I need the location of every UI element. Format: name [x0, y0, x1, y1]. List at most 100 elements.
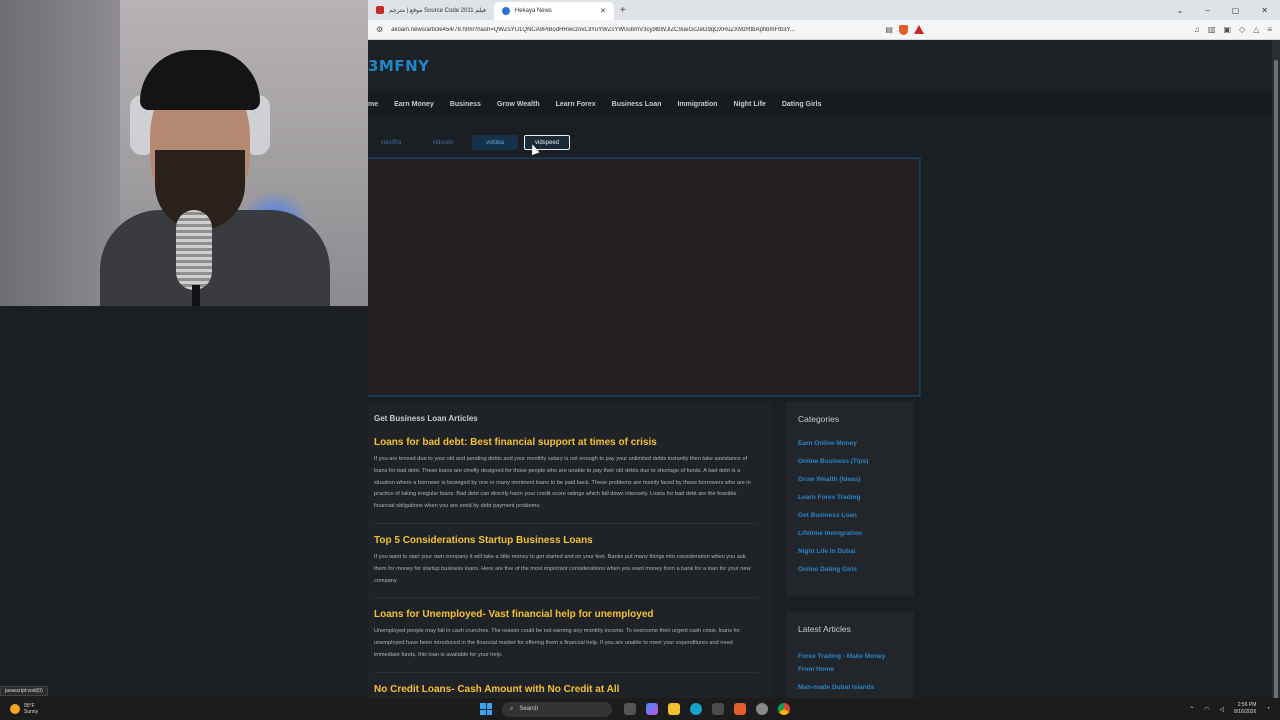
settings-icon[interactable]: [756, 703, 768, 715]
articles-section-title: Get Business Loan Articles: [374, 414, 478, 423]
tab-label: Hekaya News: [514, 8, 552, 14]
wallet-icon[interactable]: ▣: [1223, 25, 1231, 34]
taskbar-search[interactable]: ⌕ Search: [502, 701, 612, 717]
link-status-text: javascript:void(0): [0, 686, 48, 696]
article-excerpt: Unemployed people may fall in cash crunc…: [374, 628, 741, 658]
menu-item-night-life[interactable]: Night Life: [734, 101, 766, 108]
task-view-icon[interactable]: [624, 703, 636, 715]
close-window-button[interactable]: ✕: [1261, 6, 1268, 15]
articles-section: Get Business Loan Articles Loans for bad…: [368, 402, 772, 698]
file-explorer-icon[interactable]: [668, 703, 680, 715]
toolbar-icons: ♫ ▥ ▣ ◇ △ ≡: [1194, 25, 1272, 34]
article-title-link[interactable]: No Credit Loans- Cash Amount with No Cre…: [374, 684, 758, 695]
menu-item-earn-money[interactable]: Earn Money: [394, 101, 434, 108]
page-scrollbar[interactable]: [1272, 40, 1280, 700]
tab-hekaya-news[interactable]: Hekaya News ✕: [493, 2, 614, 20]
brave-shield-icon[interactable]: [898, 24, 908, 35]
webcam-overlay: [0, 0, 368, 306]
minimize-button[interactable]: –: [1205, 6, 1209, 15]
sun-icon: [10, 704, 20, 714]
category-link[interactable]: Online Business (Tips): [798, 458, 902, 465]
article-item: Loans for Unemployed- Vast financial hel…: [374, 609, 758, 673]
tab-source-code[interactable]: موقع | مترجم Source Code 2011 فيلم: [368, 1, 494, 19]
category-link[interactable]: Online Dating Girls: [798, 566, 902, 573]
menu-item-grow-wealth[interactable]: Grow Wealth: [497, 101, 540, 108]
edge-icon[interactable]: [690, 703, 702, 715]
maximize-button[interactable]: ▢: [1232, 6, 1240, 15]
article-title-link[interactable]: Loans for Unemployed- Vast financial hel…: [374, 609, 758, 620]
taskbar-apps: [624, 703, 790, 715]
server-button-vidoba[interactable]: vidoba: [472, 135, 518, 150]
clock-date: 8/16/2026: [1234, 709, 1257, 715]
clock[interactable]: 2:56 PM 8/16/2026: [1234, 702, 1256, 716]
server-button-vidsoon[interactable]: vidsoon: [420, 135, 466, 150]
store-icon[interactable]: [712, 703, 724, 715]
tab-close-icon[interactable]: ✕: [600, 7, 606, 15]
vpn-icon[interactable]: ◇: [1239, 25, 1245, 34]
video-player[interactable]: [368, 158, 920, 396]
weather-widget[interactable]: 95°F Sunny: [0, 703, 480, 715]
volume-icon[interactable]: ◁: [1220, 706, 1225, 713]
category-link[interactable]: Grow Wealth (Ideas): [798, 476, 902, 483]
article-excerpt: If you are tensed due to your old and pe…: [374, 456, 751, 510]
copilot-icon[interactable]: [646, 703, 658, 715]
new-tab-button[interactable]: +: [620, 5, 626, 16]
microphone: [176, 210, 212, 290]
tray-chevron-icon[interactable]: ⌃: [1189, 706, 1194, 713]
menu-icon[interactable]: ≡: [1267, 25, 1272, 34]
category-link[interactable]: Lifetime Immigration: [798, 530, 902, 537]
address-bar: ⚙ akoam.news/article454/78.html?hash=QWZ…: [368, 20, 1280, 40]
rewards-icon[interactable]: △: [1253, 25, 1259, 34]
article-item: Loans for bad debt: Best financial suppo…: [374, 437, 758, 524]
url-input[interactable]: akoam.news/article454/78.html?hash=QWZsY…: [391, 27, 885, 33]
server-buttons: vidsiffra vidsoon vidoba vidspeed: [368, 117, 1272, 150]
article-title-link[interactable]: Loans for bad debt: Best financial suppo…: [374, 437, 758, 448]
network-icon[interactable]: ◠: [1204, 706, 1209, 713]
browser-tabbar: موقع | مترجم Source Code 2011 فيلم Hekay…: [368, 0, 1280, 20]
reader-icon[interactable]: ▤: [885, 25, 893, 34]
windows-taskbar: 95°F Sunny ⌕ Search ⌃ ◠ ◁ 2:56 PM 8/16/2…: [0, 698, 1280, 720]
wordpress-favicon-icon: [501, 7, 510, 15]
menu-item-immigration[interactable]: Immigration: [677, 101, 717, 108]
category-link[interactable]: Get Business Loan: [798, 512, 902, 519]
site-settings-icon[interactable]: ⚙: [376, 25, 383, 34]
main-menu: me Earn Money Business Grow Wealth Learn…: [368, 92, 1272, 117]
start-button[interactable]: [480, 703, 492, 715]
categories-widget: Categories Earn Online Money Online Busi…: [786, 402, 914, 596]
latest-articles-widget: Latest Articles Forex Trading - Make Mon…: [786, 612, 914, 698]
menu-item-home[interactable]: me: [368, 101, 378, 108]
site-header: 3MFNY: [368, 40, 1272, 92]
notifications-icon[interactable]: ◔: [1266, 706, 1270, 712]
weather-text: 95°F Sunny: [24, 703, 38, 715]
scrollbar-thumb[interactable]: [1274, 60, 1278, 700]
category-link[interactable]: Learn Forex Trading: [798, 494, 902, 501]
tab-label: موقع | مترجم Source Code 2011 فيلم: [389, 7, 486, 14]
tab-search-icon[interactable]: ⌄: [1177, 6, 1184, 15]
server-button-vidsiffra[interactable]: vidsiffra: [368, 135, 414, 150]
category-link[interactable]: Earn Online Money: [798, 440, 902, 447]
category-link[interactable]: Night Life In Dubai: [798, 548, 902, 555]
latest-articles-title: Latest Articles: [798, 624, 851, 634]
media-icon[interactable]: ♫: [1194, 25, 1200, 34]
screen: موقع | مترجم Source Code 2011 فيلم Hekay…: [0, 0, 1280, 720]
menu-item-business[interactable]: Business: [450, 101, 481, 108]
brave-icon[interactable]: [734, 703, 746, 715]
menu-item-learn-forex[interactable]: Learn Forex: [556, 101, 596, 108]
microphone-stand: [192, 285, 200, 306]
window-controls: ⌄ – ▢ ✕: [1177, 6, 1280, 15]
web-page: 3MFNY me Earn Money Business Grow Wealth…: [368, 40, 1272, 698]
menu-item-business-loan[interactable]: Business Loan: [612, 101, 662, 108]
weather-condition: Sunny: [24, 709, 39, 715]
search-icon: ⌕: [510, 705, 514, 712]
latest-article-link[interactable]: Forex Trading - Make Money From Home: [798, 650, 902, 676]
menu-item-dating-girls[interactable]: Dating Girls: [782, 101, 822, 108]
clock-time: 2:56 PM: [1237, 702, 1257, 708]
tab-favicon-icon: [376, 6, 384, 14]
sidebar-icon[interactable]: ▥: [1208, 25, 1216, 34]
warning-icon[interactable]: [913, 25, 924, 34]
article-title-link[interactable]: Top 5 Considerations Startup Business Lo…: [374, 535, 758, 546]
site-logo[interactable]: 3MFNY: [368, 57, 430, 75]
latest-article-link[interactable]: Man-made Dubai Islands: [798, 681, 902, 694]
article-item: No Credit Loans- Cash Amount with No Cre…: [374, 684, 758, 698]
chrome-icon[interactable]: [778, 703, 790, 715]
